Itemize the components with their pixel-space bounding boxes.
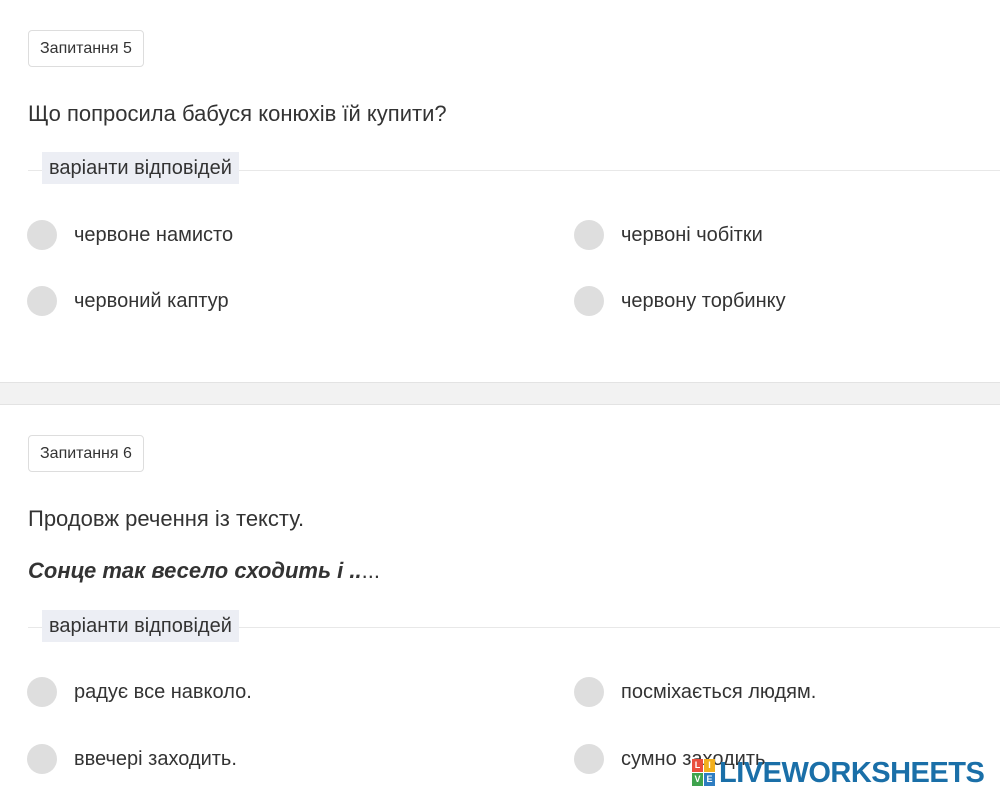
logo-letter: V	[692, 773, 703, 786]
radio-button[interactable]	[27, 286, 57, 316]
question-number-badge: Запитання 5	[28, 30, 144, 67]
liveworksheets-logo-icon: L I V E	[692, 759, 716, 787]
answer-option-label: червоний каптур	[74, 289, 229, 312]
question-sentence-bold: Сонце так весело сходить і ..	[28, 558, 362, 583]
question-text: Продовж речення із тексту.	[28, 506, 305, 531]
radio-button[interactable]	[574, 744, 604, 774]
radio-button[interactable]	[27, 677, 57, 707]
answer-option-label: червону торбинку	[621, 289, 786, 312]
logo-letter: E	[704, 773, 715, 786]
variants-label: варіанти відповідей	[42, 610, 239, 642]
logo-letter: I	[704, 759, 715, 772]
logo-letter: L	[692, 759, 703, 772]
question-number-badge: Запитання 6	[28, 435, 144, 472]
answer-option-label: червоне намисто	[74, 223, 234, 246]
question-card-5: Запитання 5 Що попросила бабуся конюхів …	[0, 0, 1000, 382]
radio-button[interactable]	[574, 286, 604, 316]
answer-option-label: червоні чобітки	[621, 223, 763, 246]
answer-option[interactable]: червоний каптур	[27, 285, 229, 317]
radio-button[interactable]	[574, 220, 604, 250]
watermark-text: LIVEWORKSHEETS	[719, 756, 985, 789]
answer-option-label: радує все навколо.	[74, 680, 252, 703]
answer-option[interactable]: радує все навколо.	[27, 676, 252, 708]
liveworksheets-watermark: L I V E LIVEWORKSHEETS	[692, 755, 985, 791]
answer-option[interactable]: червону торбинку	[574, 285, 786, 317]
answer-option[interactable]: червоне намисто	[27, 219, 233, 251]
radio-button[interactable]	[574, 677, 604, 707]
answer-option-label: ввечері заходить.	[74, 747, 237, 770]
variants-label: варіанти відповідей	[42, 152, 239, 184]
radio-button[interactable]	[27, 220, 57, 250]
question-card-6: Запитання 6 Продовж речення із тексту. С…	[0, 405, 1000, 797]
answer-option[interactable]: ввечері заходить.	[27, 743, 237, 775]
question-sentence: Сонце так весело сходить і .....	[28, 557, 380, 585]
radio-button[interactable]	[27, 744, 57, 774]
question-sentence-tail: ...	[361, 558, 380, 583]
answer-option[interactable]: червоні чобітки	[574, 219, 763, 251]
question-text: Що попросила бабуся конюхів їй купити?	[28, 101, 447, 126]
question-separator	[0, 382, 1000, 405]
answer-option[interactable]: посміхається людям.	[574, 676, 816, 708]
answer-option-label: посміхається людям.	[621, 680, 817, 703]
